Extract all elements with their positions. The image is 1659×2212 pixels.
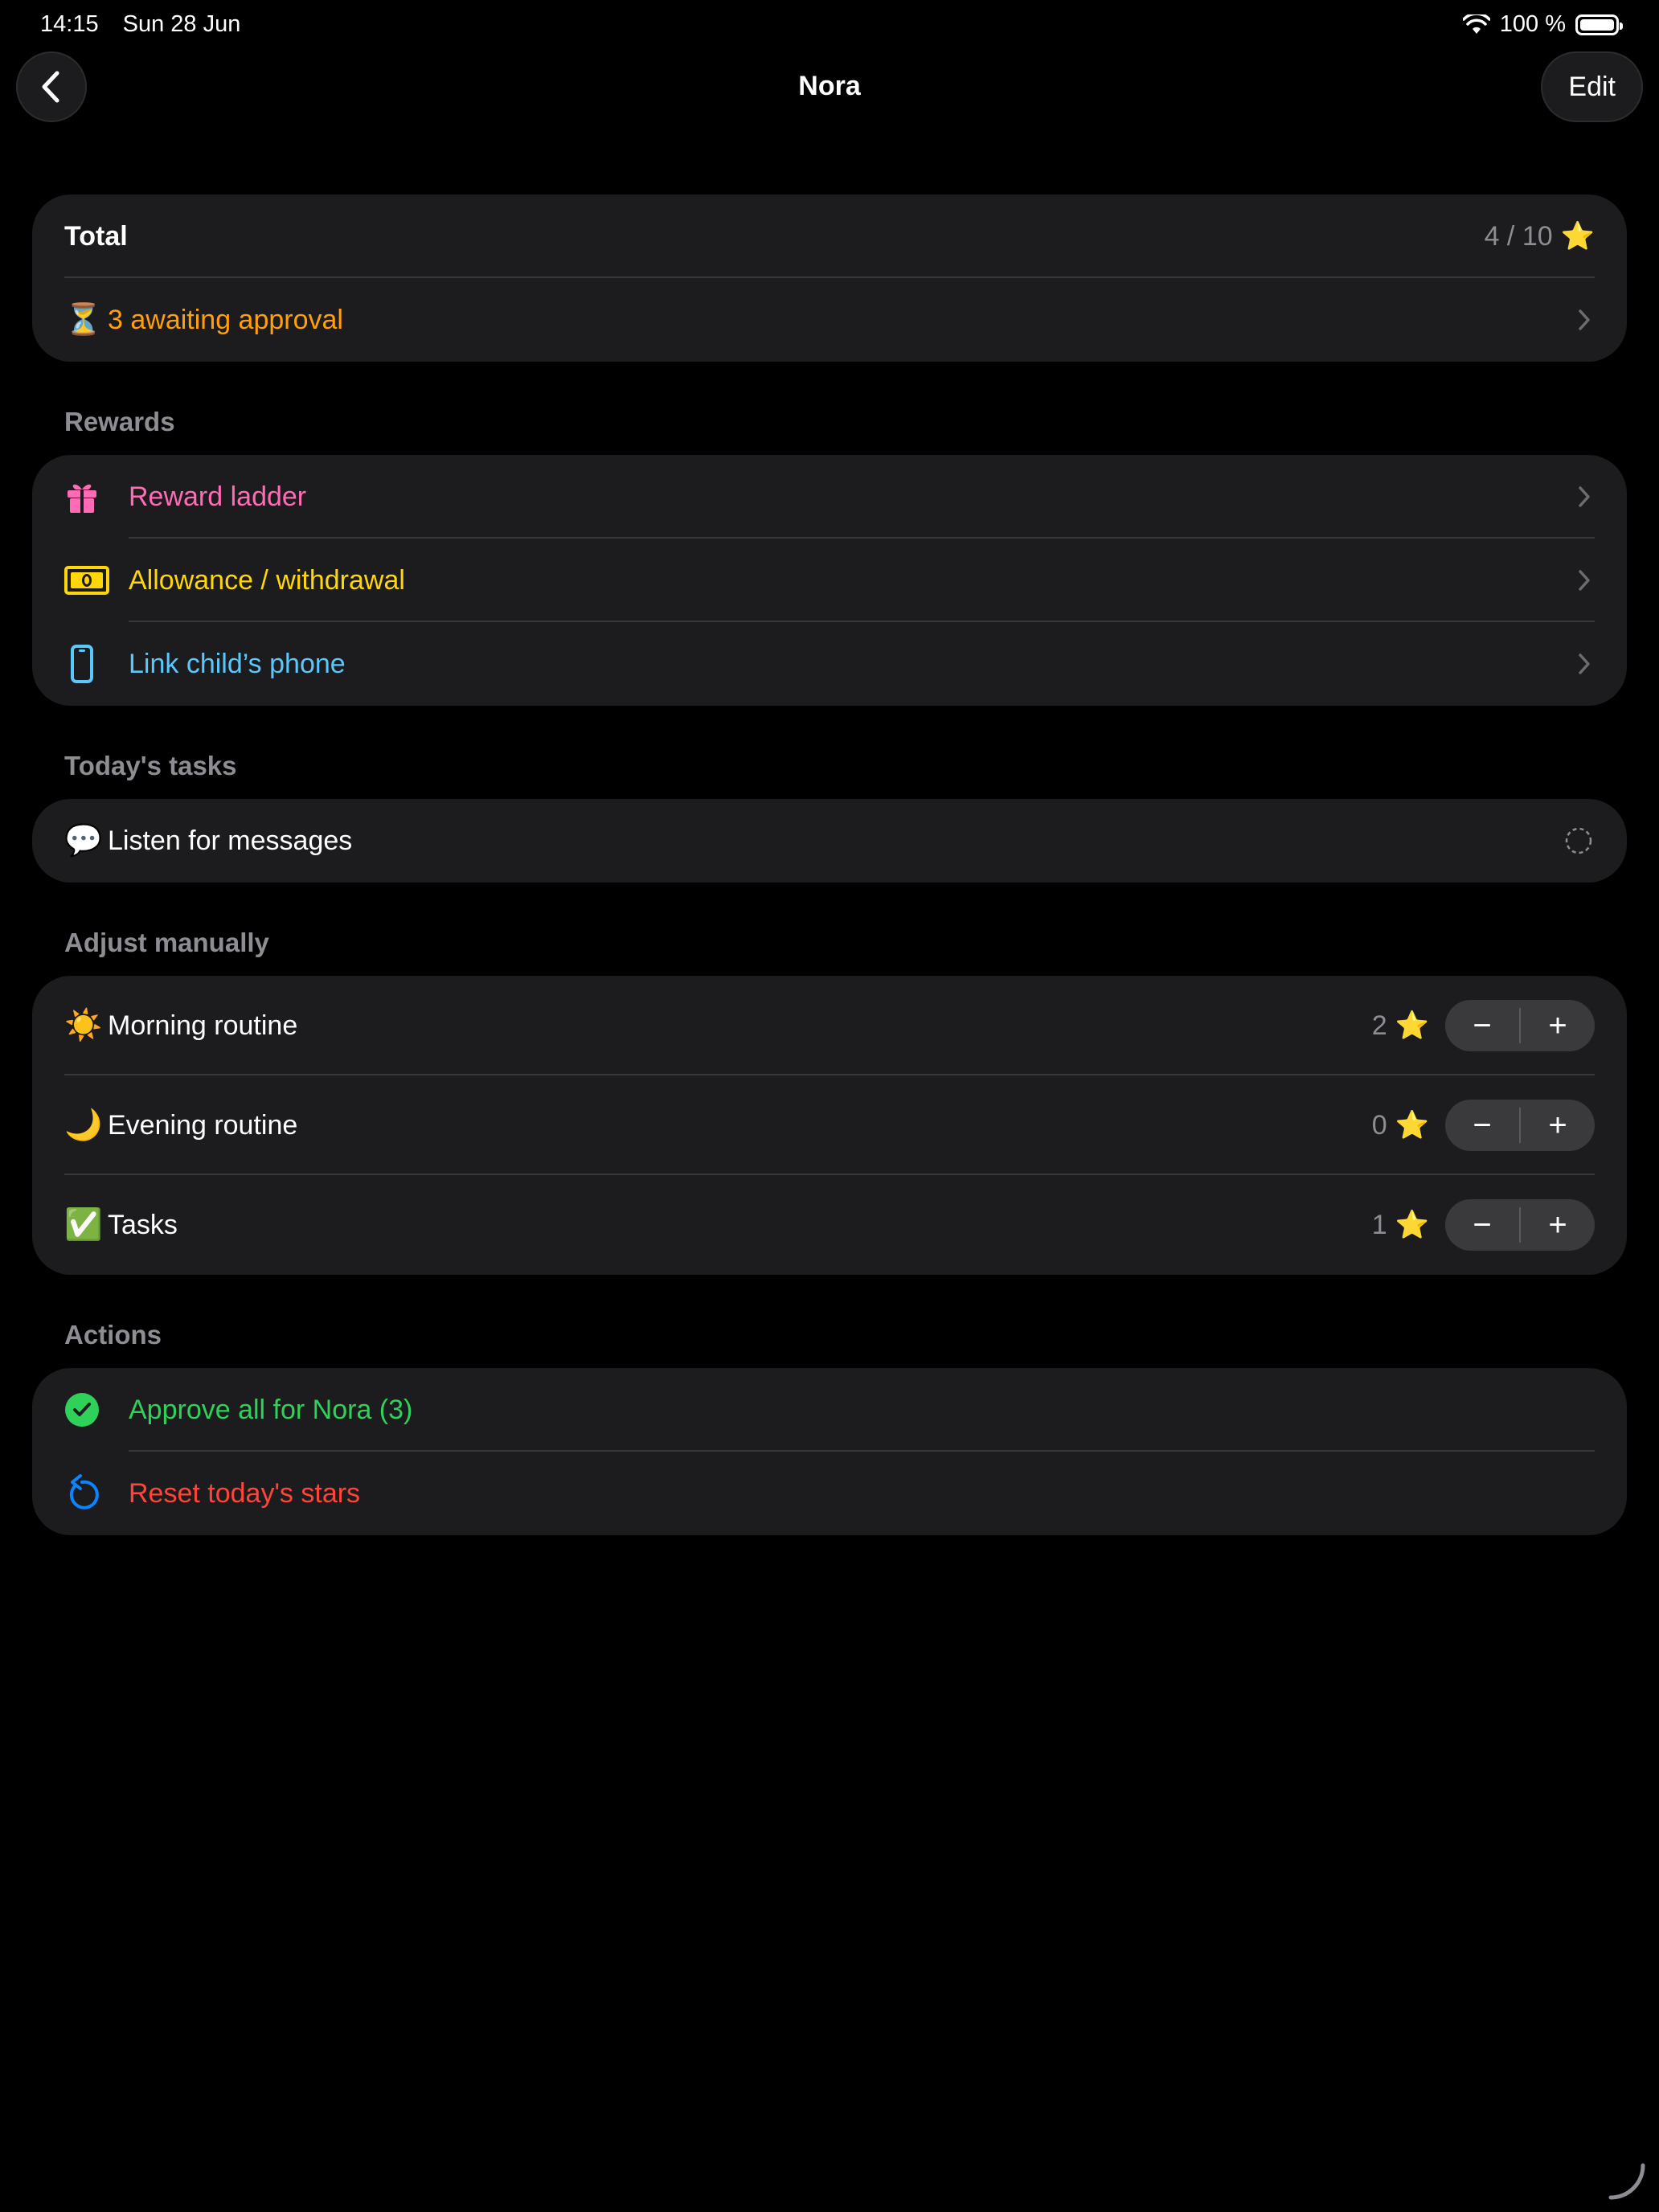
- rewards-header: Rewards: [64, 407, 175, 436]
- task-row[interactable]: 💬 Listen for messages: [32, 799, 1627, 883]
- wifi-icon: [1462, 14, 1490, 34]
- star-icon: ⭐: [1395, 1210, 1429, 1240]
- navigation-bar: Nora Edit: [0, 51, 1659, 122]
- increment-button[interactable]: +: [1521, 1199, 1595, 1251]
- summary-card: Total 4 / 10 ⭐ ⏳ 3 awaiting approval: [32, 195, 1627, 362]
- sun-icon: ☀️: [64, 1009, 103, 1043]
- child-detail-screen: 14:15 Sun 28 Jun 100 % Nora Edit Total 4…: [0, 0, 1659, 2212]
- adjust-manually-card: ☀️ Morning routine 2 ⭐ − + 🌙 Evening rou…: [32, 976, 1627, 1275]
- adjust-manually-header: Adjust manually: [64, 928, 269, 957]
- total-count: 4 / 10: [1484, 220, 1553, 252]
- speech-bubble-icon: 💬: [64, 824, 103, 858]
- star-count-value: 1: [1371, 1209, 1387, 1240]
- star-count: 0 ⭐: [1372, 1109, 1429, 1141]
- status-time: 14:15: [40, 11, 99, 37]
- increment-button[interactable]: +: [1521, 1000, 1595, 1051]
- phone-icon: [71, 645, 93, 683]
- corner-grabber-icon: [1608, 2163, 1645, 2200]
- page-title: Nora: [798, 71, 861, 101]
- star-stepper: − +: [1445, 1100, 1595, 1151]
- star-count: 1 ⭐: [1372, 1209, 1429, 1241]
- pending-approval-label: 3 awaiting approval: [108, 304, 343, 335]
- adjust-label: Evening routine: [108, 1109, 298, 1141]
- star-count-value: 0: [1371, 1109, 1387, 1141]
- todays-tasks-card: 💬 Listen for messages: [32, 799, 1627, 883]
- star-count-value: 2: [1371, 1010, 1387, 1041]
- actions-header: Actions: [64, 1320, 162, 1350]
- todays-tasks-header: Today's tasks: [64, 751, 237, 780]
- checkmark-circle-icon: [65, 1393, 99, 1427]
- reward-ladder-label: Reward ladder: [129, 481, 307, 512]
- pending-approval-row[interactable]: ⏳ 3 awaiting approval: [32, 278, 1627, 362]
- status-indicators: 100 %: [1462, 11, 1623, 38]
- adjust-row-evening: 🌙 Evening routine 0 ⭐ − +: [32, 1075, 1627, 1175]
- battery-icon: [1575, 14, 1623, 35]
- hourglass-icon: ⏳: [64, 303, 103, 337]
- link-phone-label: Link child’s phone: [129, 648, 346, 679]
- status-time-date: 14:15 Sun 28 Jun: [40, 11, 258, 38]
- reset-arrow-icon: [69, 1474, 99, 1509]
- total-label: Total: [64, 220, 128, 252]
- moon-icon: 🌙: [64, 1108, 103, 1142]
- task-label: Listen for messages: [108, 825, 353, 856]
- chevron-right-icon: [1579, 653, 1590, 674]
- reward-ladder-row[interactable]: Reward ladder: [32, 455, 1627, 539]
- total-row: Total 4 / 10 ⭐: [32, 195, 1627, 278]
- banknote-icon: [64, 566, 109, 595]
- gift-icon: [68, 484, 96, 513]
- reset-stars-label: Reset today's stars: [129, 1477, 361, 1509]
- decrement-button[interactable]: −: [1445, 1199, 1519, 1251]
- edit-button[interactable]: Edit: [1541, 51, 1643, 122]
- adjust-row-tasks: ✅ Tasks 1 ⭐ − +: [32, 1175, 1627, 1275]
- rewards-card: Reward ladder Allowance / withdrawal Lin…: [32, 455, 1627, 706]
- status-bar: 14:15 Sun 28 Jun 100 %: [0, 0, 1659, 51]
- star-stepper: − +: [1445, 1000, 1595, 1051]
- adjust-label: Morning routine: [108, 1010, 298, 1041]
- adjust-label: Tasks: [108, 1209, 178, 1240]
- check-mark-icon: ✅: [64, 1208, 103, 1242]
- link-phone-row[interactable]: Link child’s phone: [32, 622, 1627, 706]
- chevron-right-icon: [1579, 570, 1590, 591]
- star-stepper: − +: [1445, 1199, 1595, 1251]
- total-value: 4 / 10 ⭐: [1485, 220, 1595, 252]
- dashed-circle-icon[interactable]: [1564, 826, 1593, 855]
- adjust-row-morning: ☀️ Morning routine 2 ⭐ − +: [32, 976, 1627, 1075]
- decrement-button[interactable]: −: [1445, 1000, 1519, 1051]
- chevron-right-icon: [1579, 309, 1590, 330]
- star-count: 2 ⭐: [1372, 1010, 1429, 1042]
- star-icon: ⭐: [1395, 1110, 1429, 1141]
- allowance-label: Allowance / withdrawal: [129, 564, 405, 596]
- battery-percent: 100 %: [1499, 11, 1566, 37]
- increment-button[interactable]: +: [1521, 1100, 1595, 1151]
- allowance-row[interactable]: Allowance / withdrawal: [32, 539, 1627, 622]
- actions-card: Approve all for Nora (3) Reset today's s…: [32, 1368, 1627, 1535]
- chevron-right-icon: [1579, 486, 1590, 507]
- approve-all-label: Approve all for Nora (3): [129, 1394, 413, 1425]
- status-date: Sun 28 Jun: [122, 11, 241, 37]
- star-icon: ⭐: [1560, 221, 1595, 252]
- star-icon: ⭐: [1395, 1010, 1429, 1041]
- decrement-button[interactable]: −: [1445, 1100, 1519, 1151]
- reset-stars-row[interactable]: Reset today's stars: [32, 1452, 1627, 1535]
- approve-all-row[interactable]: Approve all for Nora (3): [32, 1368, 1627, 1452]
